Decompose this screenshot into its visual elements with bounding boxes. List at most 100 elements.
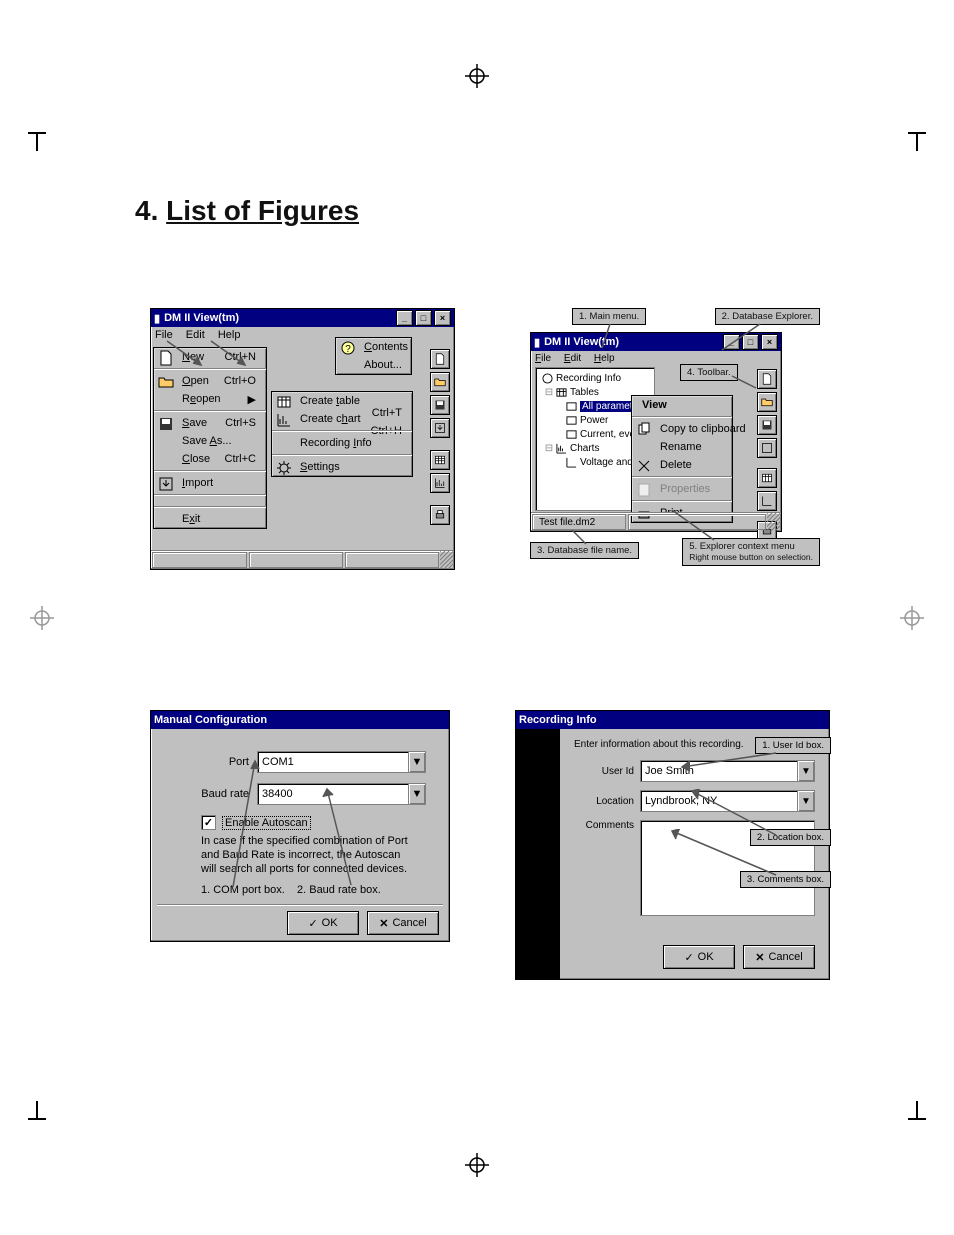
crop-mark [28, 115, 46, 151]
menu-item-close[interactable]: CloseCtrl+C [154, 450, 266, 468]
ctx-rename[interactable]: Rename [632, 438, 740, 456]
autoscan-checkbox[interactable]: ✓ [201, 815, 216, 830]
ctx-delete[interactable]: Delete [632, 456, 740, 474]
ctx-copy[interactable]: Copy to clipboard [632, 420, 740, 438]
table-icon [276, 394, 292, 408]
chevron-down-icon[interactable]: ▼ [408, 784, 425, 804]
cancel-button[interactable]: ✕Cancel [743, 945, 815, 969]
cancel-button[interactable]: ✕Cancel [367, 911, 439, 935]
import-icon [158, 476, 174, 490]
toolbar-table[interactable] [757, 468, 777, 488]
open-icon [158, 374, 174, 388]
registration-mark [465, 1153, 489, 1177]
properties-icon [636, 482, 652, 496]
dialog-title: Recording Info [519, 714, 597, 726]
ctx-header: View [632, 396, 732, 414]
toolbar-import[interactable] [430, 418, 450, 438]
ok-button[interactable]: ✓OK [287, 911, 359, 935]
figure-4: Recording Info Enter information about t… [515, 710, 830, 980]
table-icon [566, 415, 577, 426]
check-icon: ✓ [684, 951, 693, 964]
table-icon [556, 387, 567, 398]
toolbar-save[interactable] [757, 415, 777, 435]
userid-label: User Id [574, 766, 640, 777]
delete-icon [636, 458, 652, 472]
chart-icon [556, 443, 567, 454]
chevron-down-icon[interactable]: ▼ [797, 761, 814, 781]
chart-icon [566, 457, 577, 468]
chevron-down-icon[interactable]: ▼ [797, 791, 814, 811]
registration-mark [900, 606, 924, 630]
close-icon: ✕ [755, 951, 764, 964]
menu-item-create-table[interactable]: Create tableCtrl+T [272, 392, 412, 410]
toolbar-import[interactable] [757, 438, 777, 458]
location-label: Location [574, 796, 640, 807]
menu-item-printsetup[interactable] [154, 498, 266, 504]
figure-2: 1. Main menu. 2. Database Explorer. ▮ DM… [530, 308, 820, 568]
dialog-titlebar[interactable]: Manual Configuration [151, 711, 449, 729]
settings-icon [276, 460, 292, 474]
crop-mark [28, 1101, 46, 1137]
svg-text:?: ? [345, 344, 351, 355]
menu-item-about[interactable]: About... [336, 356, 444, 374]
info-icon [542, 373, 553, 384]
app-icon: ▮ [534, 336, 540, 349]
ok-button[interactable]: ✓OK [663, 945, 735, 969]
port-combo[interactable]: ▼ [257, 751, 426, 773]
comments-label: Comments [574, 820, 640, 831]
maximize-button[interactable]: □ [415, 310, 432, 326]
side-banner [516, 729, 560, 979]
toolbar [430, 349, 450, 525]
table-icon [566, 401, 577, 412]
figure-1: ▮ DM II View(tm) _ □ × File Edit Help [150, 308, 455, 570]
edit-menu: Create tableCtrl+T Create chartCtrl+H Re… [271, 391, 413, 477]
close-icon: ✕ [379, 917, 388, 930]
menu-item-import[interactable]: Import [154, 474, 266, 492]
toolbar-chart[interactable] [430, 473, 450, 493]
table-icon [566, 429, 577, 440]
menu-item-open[interactable]: OpenCtrl+O [154, 372, 266, 390]
file-menu: NewCtrl+N OpenCtrl+O Reopen▶ SaveCtrl+S … [153, 347, 267, 529]
menu-item-exit[interactable]: Exit [154, 510, 266, 528]
toolbar-open[interactable] [430, 372, 450, 392]
toolbar-table[interactable] [430, 450, 450, 470]
menu-file[interactable]: File [535, 353, 551, 364]
registration-mark [30, 606, 54, 630]
menu-help[interactable]: Help [594, 353, 615, 364]
copy-icon [636, 422, 652, 436]
help-icon: ? [340, 340, 356, 354]
dialog-titlebar[interactable]: Recording Info [516, 711, 829, 729]
menu-edit[interactable]: Edit [564, 353, 581, 364]
chevron-down-icon[interactable]: ▼ [408, 752, 425, 772]
toolbar-open[interactable] [757, 392, 777, 412]
toolbar-new[interactable] [757, 369, 777, 389]
app-icon: ▮ [154, 312, 160, 325]
minimize-button[interactable]: _ [396, 310, 413, 326]
chart-icon [276, 412, 292, 426]
menu-item-save[interactable]: SaveCtrl+S [154, 414, 266, 432]
page-title: 4. List of Figures [135, 195, 359, 227]
context-menu: View Copy to clipboard Rename Delete Pro… [631, 395, 733, 523]
menu-bar[interactable]: File Edit Help [531, 351, 781, 366]
window-title: DM II View(tm) [164, 312, 239, 324]
figure-3: Manual Configuration Port ▼ Baud rate ▼ [150, 710, 450, 942]
crop-mark [908, 1101, 926, 1137]
ctx-properties: Properties [632, 480, 740, 498]
close-button[interactable]: × [434, 310, 451, 326]
menu-item-settings[interactable]: Settings [272, 458, 412, 476]
toolbar-chart[interactable] [757, 491, 777, 511]
menu-item-reopen[interactable]: Reopen▶ [154, 390, 266, 408]
menu-item-contents[interactable]: ?Contents [336, 338, 444, 356]
window-titlebar[interactable]: ▮ DM II View(tm) _ □ × [151, 309, 454, 327]
save-icon [158, 416, 174, 430]
menu-item-saveas[interactable]: Save As... [154, 432, 266, 450]
toolbar-save[interactable] [430, 395, 450, 415]
dialog-title: Manual Configuration [154, 714, 267, 726]
registration-mark [465, 64, 489, 88]
crop-mark [908, 115, 926, 151]
check-icon: ✓ [308, 917, 317, 930]
toolbar-print[interactable] [430, 505, 450, 525]
help-menu: ?Contents About... [335, 337, 412, 375]
menu-item-recording-info[interactable]: Recording Info [272, 434, 412, 452]
menu-item-create-chart[interactable]: Create chartCtrl+H [272, 410, 412, 428]
